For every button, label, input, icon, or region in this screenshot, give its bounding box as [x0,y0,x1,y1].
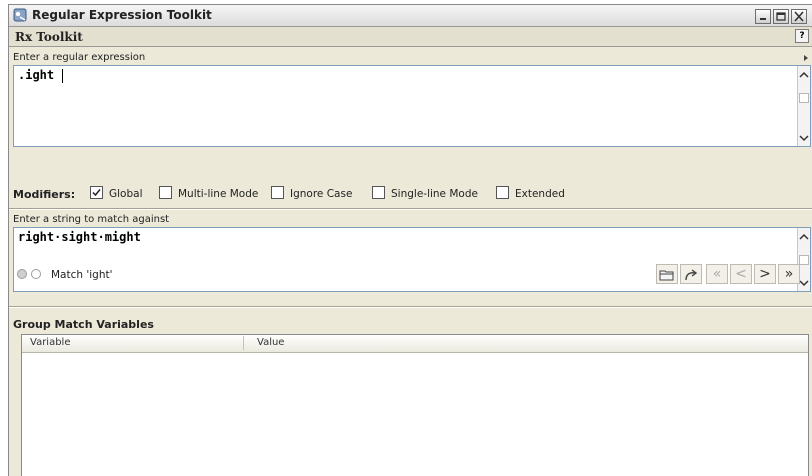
column-header-value[interactable]: Value [257,337,284,348]
ignore-case-checkbox[interactable] [271,186,284,199]
status-indicator-icon [31,269,41,279]
panel-title: Rx Toolkit [15,30,83,44]
last-icon: » [784,266,794,282]
target-label: Enter a string to match against [13,214,170,225]
singleline-checkbox[interactable] [372,186,385,199]
group-match-title: Group Match Variables [13,318,154,331]
global-label: Global [109,188,143,200]
next-match-button[interactable]: > [754,264,776,284]
extended-label: Extended [515,188,565,200]
match-status: Match 'ight' [51,269,113,281]
regex-scrollbar[interactable] [797,66,810,146]
text-cursor [62,69,63,83]
open-icon [659,270,674,281]
multiline-label: Multi-line Mode [178,188,259,200]
scroll-up-icon[interactable] [799,232,809,242]
global-checkbox[interactable] [90,186,103,199]
regex-value: .ight [18,68,55,82]
ignore-case-label: Ignore Case [290,188,353,200]
previous-match-button[interactable]: < [730,264,752,284]
scroll-down-icon[interactable] [799,133,809,143]
minimize-button[interactable] [755,9,771,24]
column-separator[interactable] [243,336,244,350]
section-divider [9,208,812,210]
first-match-button[interactable]: « [706,264,728,284]
regex-input[interactable]: .ight [13,65,811,147]
redo-button[interactable] [680,264,702,284]
app-icon [13,8,27,22]
status-indicator-icon [17,269,27,279]
target-value: right·sight·might [18,230,141,244]
multiline-checkbox[interactable] [159,186,172,199]
scroll-up-icon[interactable] [799,70,809,80]
column-header-variable[interactable]: Variable [30,337,71,348]
prev-icon: < [735,266,747,282]
extended-checkbox[interactable] [496,186,509,199]
maximize-button[interactable] [773,9,789,24]
open-button[interactable] [656,264,678,284]
checkmark-icon [92,189,101,197]
app-window: Regular Expression Toolkit Rx Toolkit ? … [8,4,812,476]
first-icon: « [712,266,722,282]
scroll-down-icon[interactable] [799,278,809,288]
close-icon [794,11,804,22]
regex-label: Enter a regular expression [13,52,146,63]
section-divider [9,306,812,308]
group-match-table[interactable]: Variable Value [21,334,809,476]
help-button[interactable]: ? [795,29,809,43]
scroll-thumb[interactable] [799,255,809,265]
scroll-thumb[interactable] [799,93,809,103]
help-icon: ? [799,31,805,41]
next-icon: > [759,266,771,282]
panel-header: Rx Toolkit ? [9,27,812,47]
close-button[interactable] [791,9,807,24]
window-title: Regular Expression Toolkit [32,8,212,22]
minimize-icon [760,18,766,20]
title-bar[interactable]: Regular Expression Toolkit [9,5,812,27]
table-header: Variable Value [22,335,808,353]
singleline-label: Single-line Mode [391,188,478,200]
expand-arrow-icon[interactable] [803,54,809,62]
last-match-button[interactable]: » [778,264,800,284]
redo-icon [685,269,698,281]
maximize-icon [776,12,786,21]
modifiers-label: Modifiers: [13,188,76,201]
